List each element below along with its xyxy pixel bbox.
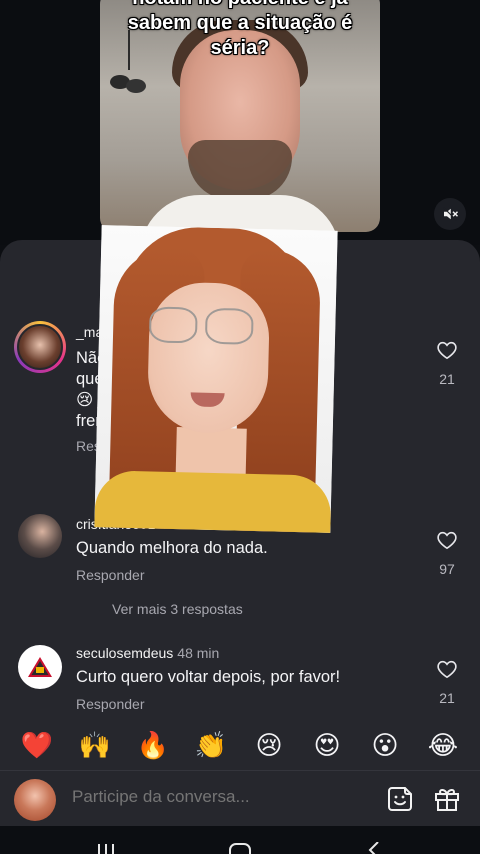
reaction-heart-eyes[interactable]: 😍 [309,728,345,764]
gift-icon [435,788,459,811]
comment-text: Curto quero voltar depois, por favor! [76,668,341,686]
like-count: 21 [439,690,455,706]
reaction-bar: ❤️ 🙌 🔥 👏 😢 😍 😮 😂 [0,728,480,768]
mute-button[interactable] [434,198,466,230]
heart-icon [437,531,457,550]
overlay-glasses [148,306,198,344]
video-area: notam no paciente e já sabem que a situa… [0,0,480,245]
comment-text: Quando melhora do nada. [76,539,268,557]
back-icon[interactable] [366,842,382,854]
sticker-button[interactable] [384,783,416,815]
video-thumbnail[interactable]: notam no paciente e já sabem que a situa… [100,0,380,232]
reaction-clap[interactable]: 👏 [193,728,229,764]
like-count: 97 [439,561,455,577]
avatar[interactable] [18,645,62,689]
reaction-crying[interactable]: 😢 [251,728,287,764]
reply-button[interactable]: Responder [76,567,145,583]
like-button[interactable]: 97 [432,530,462,577]
avatar[interactable] [14,321,66,373]
comment-username[interactable]: seculosemdeus 48 min [76,645,219,661]
recent-apps-icon[interactable] [95,842,117,854]
like-button[interactable]: 21 [432,659,462,706]
comment-input[interactable] [72,787,372,807]
home-icon[interactable] [228,842,252,854]
view-more-replies-button[interactable]: Ver mais 3 respostas [112,601,243,617]
gift-button[interactable] [431,783,463,815]
avatar[interactable] [18,514,62,558]
muted-speaker-icon [442,206,459,222]
warning-logo-icon [28,657,52,677]
overlay-face [146,281,271,435]
overlay-shirt [94,470,332,533]
overlay-video[interactable] [94,225,338,533]
like-count: 21 [439,371,455,387]
heart-icon [437,341,457,360]
like-button[interactable]: 21 [432,340,462,387]
reaction-heart[interactable]: ❤️ [19,728,55,764]
comment-composer [0,770,480,826]
reaction-raised-hands[interactable]: 🙌 [77,728,113,764]
reaction-laughing[interactable]: 😂 [425,728,461,764]
reaction-fire[interactable]: 🔥 [135,728,171,764]
my-avatar [14,779,56,821]
reaction-surprised[interactable]: 😮 [367,728,403,764]
reply-button[interactable]: Responder [76,696,145,712]
heart-icon [437,660,457,679]
system-nav-bar [0,826,480,854]
video-caption: notam no paciente e já sabem que a situa… [127,0,353,59]
person-beard [188,140,292,200]
overlay-glasses [204,307,254,345]
comment-time: 48 min [177,645,220,661]
username-text[interactable]: seculosemdeus [76,645,173,661]
sticker-icon [388,787,412,811]
